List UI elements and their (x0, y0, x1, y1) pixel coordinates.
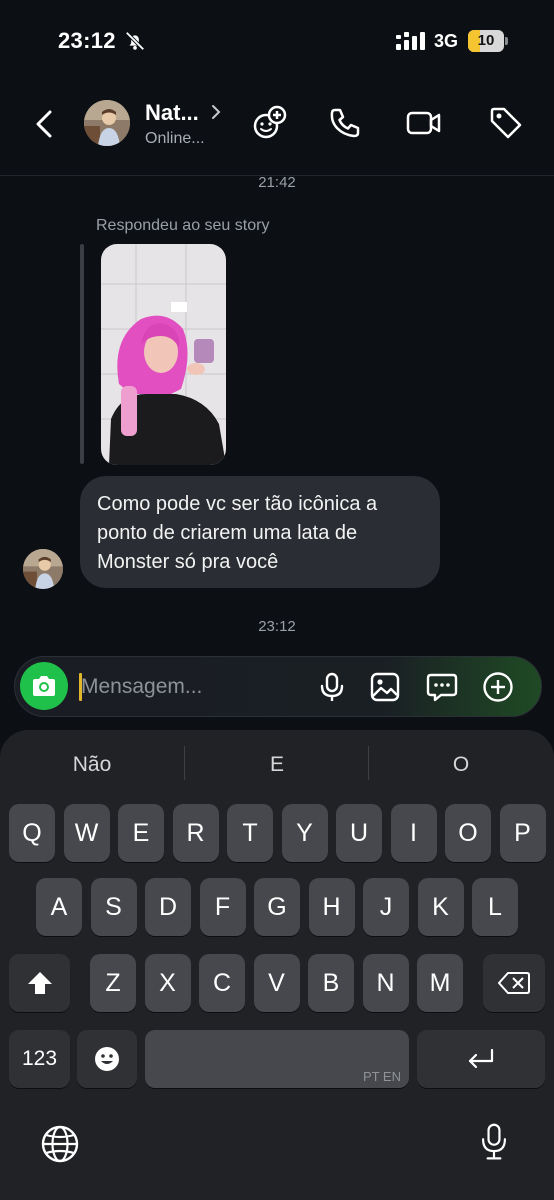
key-b[interactable]: B (308, 954, 354, 1012)
network-type: 3G (434, 31, 459, 51)
phone-icon[interactable] (326, 104, 364, 142)
backspace-key[interactable] (483, 954, 545, 1012)
emoji-icon (95, 1047, 119, 1071)
microphone-icon[interactable] (316, 671, 348, 703)
return-key[interactable] (417, 1030, 545, 1088)
return-icon (468, 1048, 494, 1069)
key-j[interactable]: J (363, 878, 409, 936)
chat-header: Nat... Online... (0, 82, 554, 176)
chat-bubble-icon[interactable] (426, 671, 458, 703)
key-w[interactable]: W (63, 804, 110, 862)
dictation-microphone-icon[interactable] (474, 1122, 514, 1162)
battery-indicator: 10 (468, 30, 508, 52)
key-e[interactable]: E (118, 804, 164, 862)
story-reply-label: Respondeu ao seu story (96, 217, 270, 234)
status-bar: 23:12 3G 10 (0, 0, 554, 82)
shift-key[interactable] (9, 954, 70, 1012)
keyboard: Não E O QWERTYUIOP ASDFGHJKL ZXCVBNM 123… (0, 730, 554, 1200)
key-o[interactable]: O (445, 804, 491, 862)
back-button[interactable] (30, 104, 60, 144)
key-h[interactable]: H (308, 878, 355, 936)
video-camera-icon[interactable] (404, 104, 442, 142)
contact-name[interactable]: Nat... (145, 100, 199, 126)
backspace-icon (498, 972, 530, 994)
signal-icon (396, 32, 425, 50)
emoji-key[interactable] (77, 1030, 137, 1088)
status-time: 23:12 (58, 28, 116, 53)
key-p[interactable]: P (499, 804, 546, 862)
key-c[interactable]: C (199, 954, 245, 1012)
suggestion[interactable]: Não (2, 750, 182, 780)
sender-avatar[interactable] (23, 549, 63, 589)
message-input[interactable] (81, 665, 301, 709)
key-k[interactable]: K (417, 878, 464, 936)
bell-off-icon (125, 31, 145, 51)
key-z[interactable]: Z (90, 954, 136, 1012)
add-member-icon[interactable] (250, 104, 288, 142)
key-d[interactable]: D (145, 878, 191, 936)
key-x[interactable]: X (144, 954, 191, 1012)
key-n[interactable]: N (362, 954, 409, 1012)
key-l[interactable]: L (472, 878, 518, 936)
suggestion[interactable]: O (370, 750, 552, 780)
timestamp: 21:42 (258, 174, 296, 191)
message-bubble[interactable]: Como pode vc ser tão icônica a ponto de … (80, 476, 440, 588)
message-composer (14, 656, 542, 717)
story-thumbnail[interactable] (101, 244, 226, 465)
key-t[interactable]: T (227, 804, 273, 862)
contact-avatar[interactable] (84, 100, 130, 146)
image-icon[interactable] (369, 671, 401, 703)
key-i[interactable]: I (390, 804, 437, 862)
key-m[interactable]: M (417, 954, 463, 1012)
language-hint: PT EN (362, 1069, 401, 1084)
chevron-right-icon (212, 105, 221, 119)
key-u[interactable]: U (336, 804, 382, 862)
reply-bar (80, 244, 84, 464)
camera-button[interactable] (20, 662, 68, 710)
key-v[interactable]: V (253, 954, 300, 1012)
timestamp: 23:12 (258, 618, 296, 635)
key-r[interactable]: R (172, 804, 219, 862)
battery-level: 10 (477, 32, 495, 49)
key-f[interactable]: F (199, 878, 246, 936)
plus-circle-icon[interactable] (482, 671, 514, 703)
key-y[interactable]: Y (281, 804, 328, 862)
key-s[interactable]: S (90, 878, 137, 936)
tag-icon[interactable] (487, 104, 525, 142)
key-q[interactable]: Q (9, 804, 55, 862)
key-a[interactable]: A (36, 878, 82, 936)
globe-icon[interactable] (40, 1124, 80, 1164)
contact-status: Online... (145, 130, 205, 147)
space-key[interactable]: PT EN (145, 1030, 409, 1088)
numbers-key[interactable]: 123 (9, 1030, 70, 1088)
suggestion[interactable]: E (186, 750, 368, 780)
key-g[interactable]: G (254, 878, 300, 936)
shift-icon (27, 972, 52, 994)
camera-icon (33, 676, 55, 696)
